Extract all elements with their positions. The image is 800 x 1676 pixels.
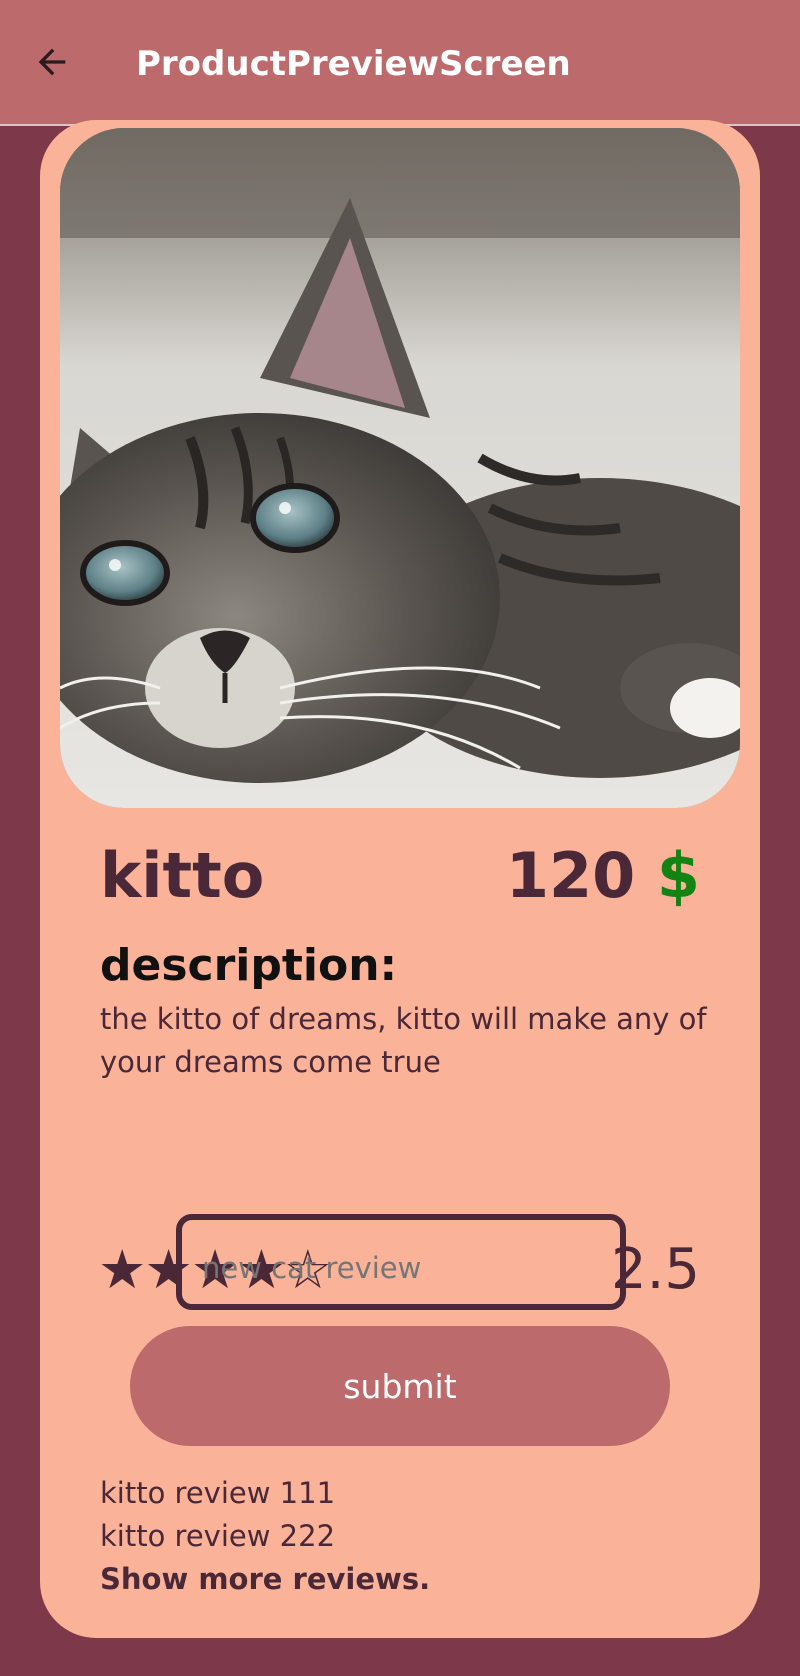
review-item: kitto review 222	[100, 1519, 336, 1553]
show-more-reviews-link[interactable]: Show more reviews.	[100, 1558, 430, 1601]
page-title: ProductPreviewScreen	[136, 44, 571, 84]
price-currency: $	[656, 839, 700, 912]
review-item: kitto review 111	[100, 1476, 336, 1510]
review-input[interactable]	[176, 1214, 626, 1310]
back-button[interactable]	[24, 36, 80, 92]
product-image	[60, 128, 740, 808]
submit-button[interactable]: submit	[130, 1326, 670, 1446]
description-text: the kitto of dreams, kitto will make any…	[100, 1002, 707, 1079]
product-name: kitto	[100, 839, 265, 912]
price-value: 120	[505, 839, 636, 912]
product-price: 120 $	[506, 836, 700, 916]
cat-photo-icon	[60, 128, 740, 808]
reviews-list: kitto review 111 kitto review 222 Show m…	[100, 1472, 430, 1601]
description-label: description:	[100, 940, 398, 991]
app-bar: ProductPreviewScreen	[0, 0, 800, 126]
arrow-left-icon	[32, 42, 72, 86]
product-card: kitto 120 $ description: the kitto of dr…	[40, 120, 760, 1638]
